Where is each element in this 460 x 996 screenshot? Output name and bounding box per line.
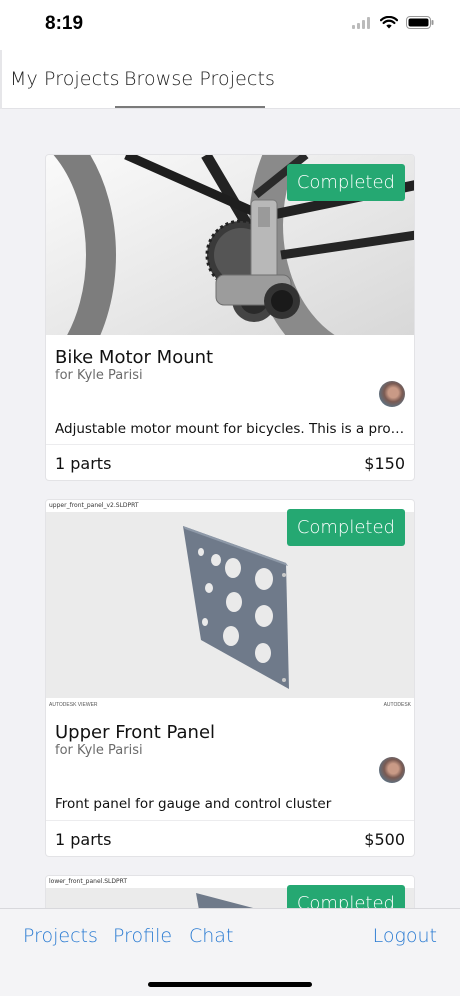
client-avatar[interactable] [379,757,405,783]
project-parts: 1 parts [55,454,112,473]
nav-projects[interactable]: Projects [23,925,98,947]
status-badge: Completed [286,164,405,201]
project-price: $150 [364,454,405,473]
project-image: lower_front_panel.SLDPRT Completed [46,876,414,908]
signal-icon [352,16,370,29]
viewer-brand-left: AUTODESK VIEWER [49,702,98,708]
project-client: for Kyle Parisi [55,743,143,758]
tab-bar: My Projects Browse Projects [0,50,460,109]
status-icons [352,16,434,29]
project-card[interactable]: Completed Bike Motor Mount for Kyle Pari… [45,154,415,481]
tab-selected-indicator [115,106,265,108]
nav-profile[interactable]: Profile [113,925,172,947]
status-badge: Completed [286,509,405,546]
status-badge: Completed [286,885,405,908]
project-title: Upper Front Panel [55,722,216,743]
project-image: upper_front_panel_v2.SLDPRT AUTODESK VIE… [46,500,414,710]
project-card[interactable]: upper_front_panel_v2.SLDPRT AUTODESK VIE… [45,499,415,857]
project-description: Adjustable motor mount for bicycles. Thi… [55,421,405,437]
project-description: Front panel for gauge and control cluste… [55,796,332,812]
project-list[interactable]: Completed Bike Motor Mount for Kyle Pari… [0,110,460,908]
project-title: Bike Motor Mount [55,347,214,368]
home-indicator [148,982,312,987]
status-time: 8:19 [45,13,84,34]
project-footer: 1 parts $500 [46,820,414,856]
tab-my-projects[interactable]: My Projects [10,68,120,90]
project-card[interactable]: lower_front_panel.SLDPRT Completed [45,875,415,908]
tab-bar-edge [0,50,2,109]
viewer-brand-right: AUTODESK [383,702,411,708]
wifi-icon [380,16,398,29]
status-bar: 8:19 [0,0,460,50]
nav-chat[interactable]: Chat [189,925,233,947]
nav-logout[interactable]: Logout [373,925,437,947]
tab-browse-projects[interactable]: Browse Projects [124,68,275,90]
project-image: Completed [46,155,414,335]
project-footer: 1 parts $150 [46,444,414,480]
client-avatar[interactable] [379,381,405,407]
project-price: $500 [364,830,405,849]
project-parts: 1 parts [55,830,112,849]
project-client: for Kyle Parisi [55,368,143,383]
battery-icon [406,16,434,29]
bottom-nav: Projects Profile Chat Logout [0,908,460,996]
